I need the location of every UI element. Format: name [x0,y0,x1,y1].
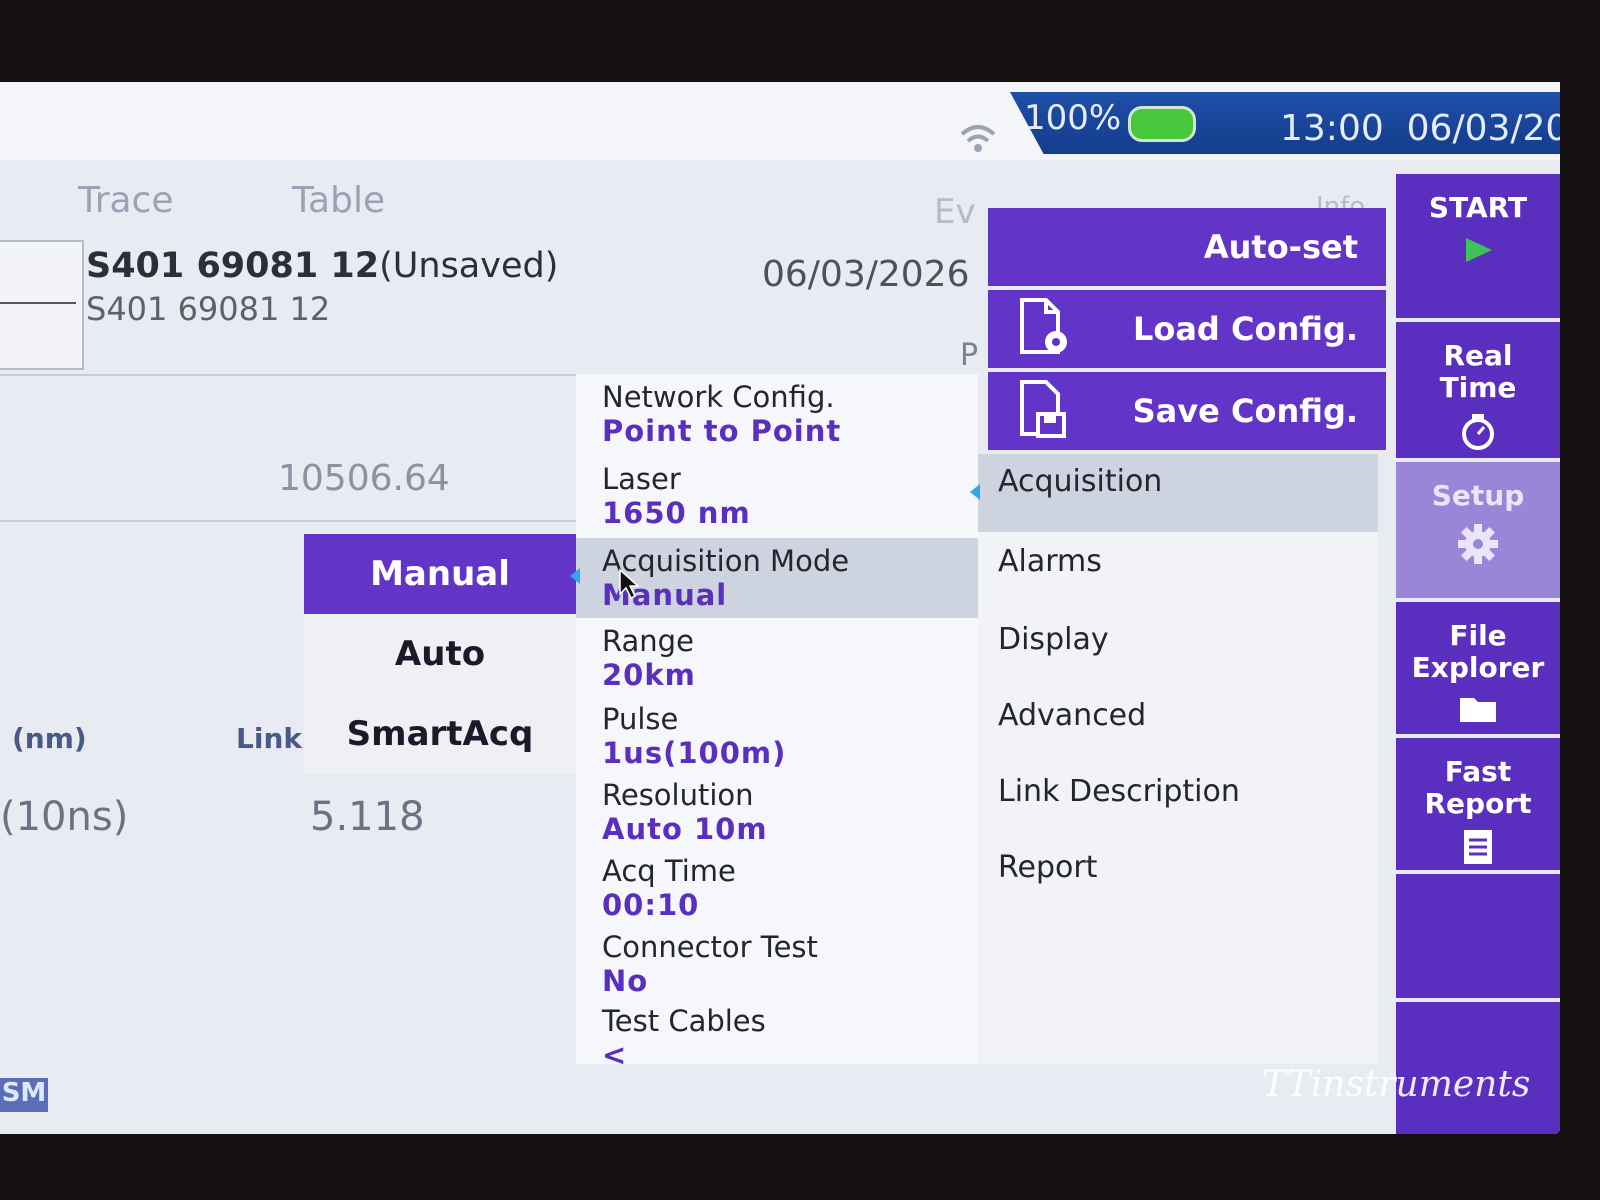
param-label: Laser [602,462,681,496]
watermark: TTinstruments [1262,1064,1531,1105]
mode-option-smartacq[interactable]: SmartAcq [304,694,576,774]
p-label: P [960,338,979,373]
param-network-config[interactable]: Network Config. Point to Point [576,374,978,454]
status-bar: 100% 13:00 06/03/2026 [0,82,1560,160]
file-explorer-label: File Explorer [1411,619,1545,684]
clock: 13:00 06/03/2026 [1280,108,1560,149]
load-config-button[interactable]: Load Config. [988,290,1386,368]
empty-sidebar-button[interactable] [1396,874,1560,1002]
menu-item-advanced[interactable]: Advanced [978,688,1378,766]
config-actions: Auto-set Load Config. Save Config. [988,208,1386,454]
setup-button[interactable]: Setup [1396,462,1560,602]
real-time-label: Real Time [1439,339,1517,404]
divider [0,520,576,522]
device-screen: 100% 13:00 06/03/2026 Trace Table Ev Inf… [0,82,1560,1134]
acquisition-params-list: Network Config. Point to Point Laser 165… [570,374,978,1072]
report-icon [1464,830,1492,864]
mode-option-manual[interactable]: Manual [304,534,576,614]
menu-item-label: Advanced [998,698,1147,733]
save-config-icon [1020,380,1066,438]
menu-item-label: Link Description [998,774,1240,809]
fast-report-button[interactable]: Fast Report [1396,738,1560,874]
pulse-cell: (10ns) [0,794,129,840]
menu-item-label: Report [998,850,1098,885]
trace-thumbnail[interactable] [0,240,84,370]
selection-arrow-icon [970,484,980,500]
trace-title: S401 69081 12(Unsaved) [86,246,559,286]
param-label: Range [602,624,694,658]
divider [0,374,576,376]
param-value: 1650 nm [602,496,751,530]
param-laser[interactable]: Laser 1650 nm [576,456,978,536]
param-value: Auto 10m [602,812,768,846]
menu-item-link-description[interactable]: Link Description [978,764,1378,842]
param-pulse[interactable]: Pulse 1us(100m) [576,696,978,776]
trace-date: 06/03/2026 [762,254,970,295]
param-acquisition-mode[interactable]: Acquisition Mode Manual [570,538,978,618]
param-label: Resolution [602,778,754,812]
param-acq-time[interactable]: Acq Time 00:10 [576,848,978,928]
wifi-icon [960,125,996,152]
param-range[interactable]: Range 20km [576,618,978,698]
selection-arrow-icon [570,568,580,584]
fast-report-label: Fast Report [1424,755,1532,820]
play-icon [1466,238,1492,262]
menu-item-report[interactable]: Report [978,840,1378,918]
menu-item-acquisition[interactable]: Acquisition [970,454,1378,532]
param-value: No [602,964,649,998]
mode-option-auto[interactable]: Auto [304,614,576,694]
right-sidebar: START Real Time Setup File Explorer Fast… [1396,174,1560,1134]
param-value: 1us(100m) [602,736,787,770]
menu-item-label: Alarms [998,544,1102,579]
param-connector-test[interactable]: Connector Test No [576,924,978,1004]
save-config-button[interactable]: Save Config. [988,372,1386,450]
menu-item-alarms[interactable]: Alarms [978,534,1378,612]
param-label: Acq Time [602,854,736,888]
param-value: < [602,1038,628,1072]
folder-icon [1460,698,1496,722]
event-label: Ev [934,192,976,232]
status-panel: 100% 13:00 06/03/2026 [1010,92,1560,154]
param-resolution[interactable]: Resolution Auto 10m [576,772,978,852]
param-value: Point to Point [602,414,842,448]
param-value: 20km [602,658,696,692]
real-time-button[interactable]: Real Time [1396,322,1560,462]
stopwatch-icon [1462,414,1494,450]
menu-item-display[interactable]: Display [978,612,1378,690]
col-link: Link [236,722,302,755]
mouse-cursor-icon [619,568,640,600]
param-label: Test Cables [602,1004,766,1038]
tab-table[interactable]: Table [292,180,385,221]
acquisition-mode-popup: Manual Auto SmartAcq [304,534,576,774]
battery-percent: 100% [1024,98,1122,138]
sm-badge: SM [0,1078,48,1112]
gear-icon [1458,524,1498,564]
param-label: Connector Test [602,930,818,964]
col-nm: (nm) [12,722,87,755]
file-explorer-button[interactable]: File Explorer [1396,602,1560,738]
param-label: Network Config. [602,380,835,414]
setup-menu: Acquisition Alarms Display Advanced Link… [970,454,1378,1064]
param-test-cables[interactable]: Test Cables < [576,998,978,1078]
trace-subtitle: S401 69081 12 [86,290,331,328]
tab-trace[interactable]: Trace [78,180,174,221]
load-config-icon [1020,298,1067,354]
menu-item-label: Acquisition [998,464,1163,499]
link-value-cell: 5.118 [310,794,425,840]
distance-value: 10506.64 [278,458,450,499]
battery-icon [1128,106,1196,142]
autoset-button[interactable]: Auto-set [988,208,1386,286]
param-label: Pulse [602,702,679,736]
start-button[interactable]: START [1396,174,1560,322]
menu-item-label: Display [998,622,1109,657]
param-value: 00:10 [602,888,700,922]
